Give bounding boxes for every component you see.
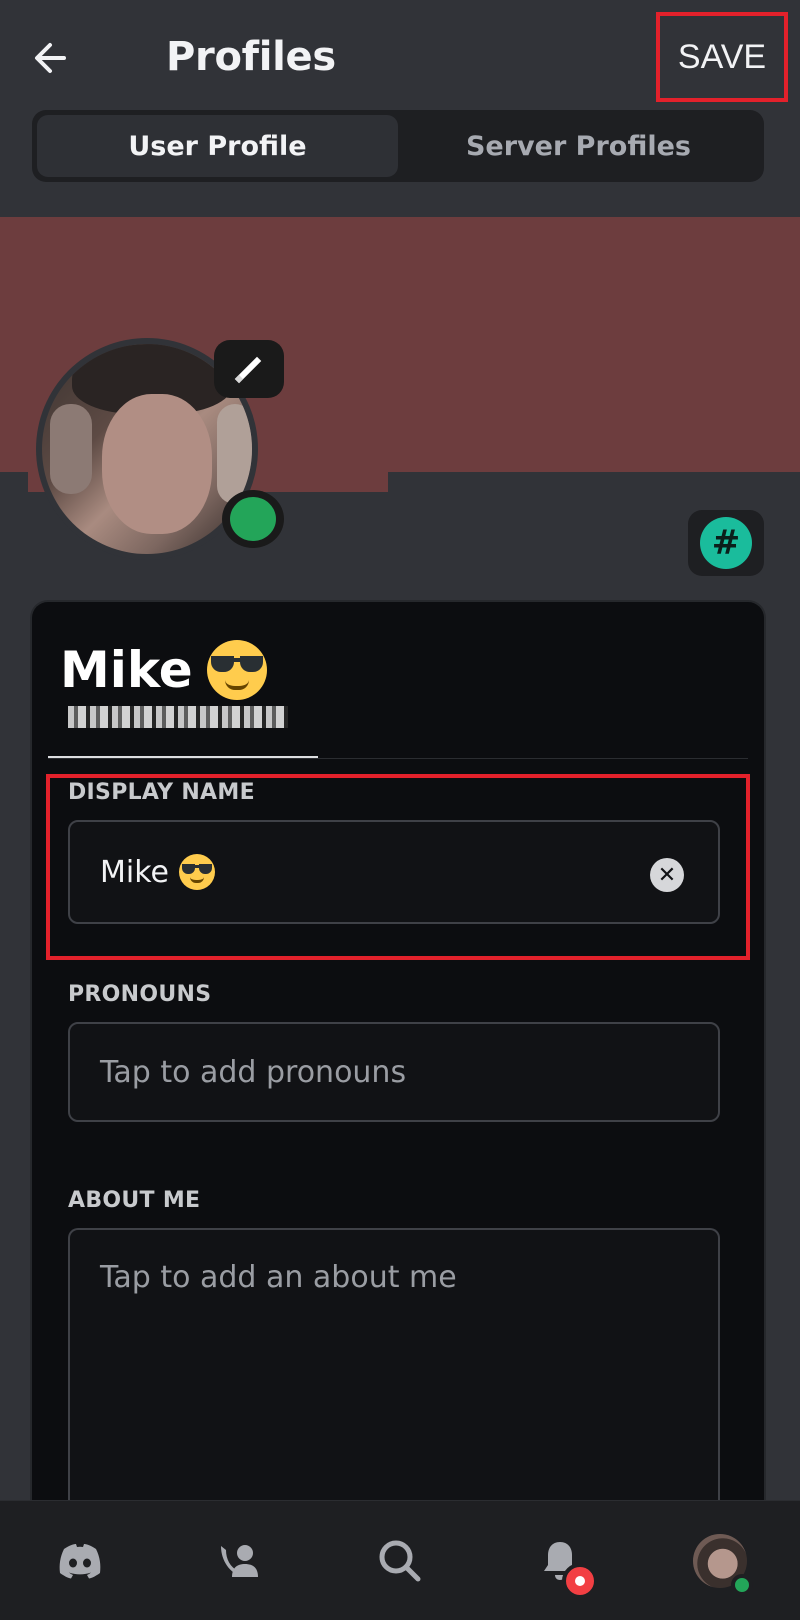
discord-home-icon xyxy=(59,1543,101,1578)
about-me-label: ABOUT ME xyxy=(68,1188,201,1213)
friends-icon xyxy=(221,1544,258,1577)
nav-friends[interactable] xyxy=(200,1521,280,1601)
about-me-input[interactable]: Tap to add an about me xyxy=(68,1228,720,1502)
bottom-navigation xyxy=(0,1500,800,1620)
pronouns-placeholder: Tap to add pronouns xyxy=(100,1054,407,1090)
nav-you[interactable] xyxy=(680,1521,760,1601)
sunglasses-emoji-icon xyxy=(178,854,215,890)
back-button[interactable] xyxy=(30,38,80,84)
pencil-icon xyxy=(234,356,262,384)
profile-display-name: Mike xyxy=(60,640,267,700)
nav-home[interactable] xyxy=(40,1521,120,1601)
search-icon xyxy=(379,1540,421,1581)
online-status-dot xyxy=(731,1573,753,1596)
profile-tabs: User Profile Server Profiles xyxy=(32,110,764,182)
pronouns-label: PRONOUNS xyxy=(68,982,212,1007)
about-me-placeholder: Tap to add an about me xyxy=(100,1260,457,1295)
page-title: Profiles xyxy=(166,34,336,80)
username-redacted xyxy=(68,706,288,728)
online-status-indicator xyxy=(222,490,284,548)
sunglasses-emoji-icon xyxy=(206,640,267,700)
profile-card: Mike DISPLAY NAME Mike ✕ PRONOUNS Tap to… xyxy=(30,600,766,1620)
nav-search[interactable] xyxy=(360,1521,440,1601)
profile-badge-button[interactable]: # xyxy=(688,510,764,576)
display-name-value: Mike xyxy=(100,854,169,890)
clear-input-button[interactable]: ✕ xyxy=(650,858,684,892)
profile-name-text: Mike xyxy=(60,641,193,699)
nav-notifications[interactable] xyxy=(520,1521,600,1601)
card-divider xyxy=(48,758,748,759)
pronouns-input[interactable]: Tap to add pronouns xyxy=(68,1022,720,1122)
edit-avatar-button[interactable] xyxy=(214,340,284,398)
header-bar: Profiles SAVE xyxy=(0,0,800,110)
notification-badge xyxy=(562,1562,598,1599)
tab-server-profiles[interactable]: Server Profiles xyxy=(398,115,759,177)
user-avatar-icon xyxy=(693,1533,753,1596)
save-button[interactable]: SAVE xyxy=(656,12,788,102)
arrow-left-icon xyxy=(35,43,66,73)
name-underline xyxy=(48,756,318,758)
profiles-screen: Profiles SAVE User Profile Server Profil… xyxy=(0,0,800,1620)
display-name-input[interactable]: Mike ✕ xyxy=(68,820,720,924)
display-name-label: DISPLAY NAME xyxy=(68,780,255,805)
tab-user-profile[interactable]: User Profile xyxy=(37,115,398,177)
hashtag-icon: # xyxy=(700,517,752,569)
